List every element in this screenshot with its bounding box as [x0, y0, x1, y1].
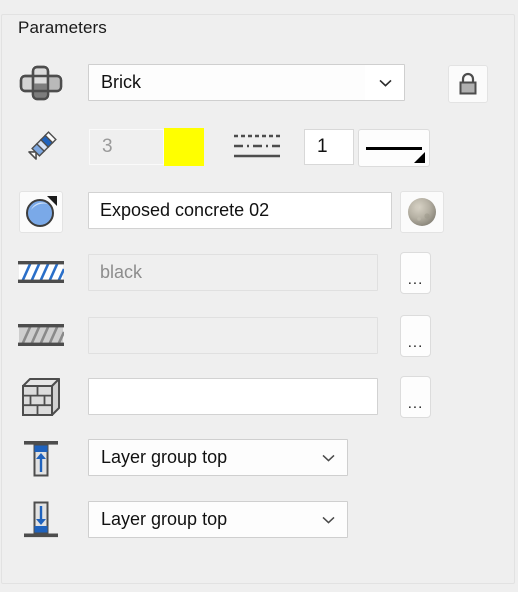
brick-pattern-browse-button[interactable]: ... [400, 376, 431, 418]
concrete-sphere-preview-icon [408, 198, 436, 226]
fill-cut-field[interactable]: black [88, 254, 378, 291]
wall-layers-icon [18, 60, 64, 106]
brick-pattern-browse-label: ... [407, 395, 424, 412]
row-layer-type: Brick [0, 60, 518, 106]
material-preview-button[interactable] [400, 191, 444, 233]
row-bottom-connection: Layer group top [0, 497, 518, 543]
hatch-grey-icon [18, 312, 64, 358]
line-number-field[interactable]: 1 [304, 129, 354, 165]
material-name-value: Exposed concrete 02 [100, 200, 270, 220]
row-pen-attributes: 3 1 [0, 124, 518, 170]
lock-button[interactable] [448, 65, 488, 103]
arrow-down-to-bar-icon-svg [24, 501, 58, 538]
layer-type-value: Brick [101, 72, 141, 92]
top-connection-combo-arrow[interactable] [308, 440, 347, 475]
row-fill-surface: ... [0, 312, 518, 358]
fill-cut-browse-button[interactable]: ... [400, 252, 431, 294]
arrow-up-to-bar-icon-svg [24, 441, 58, 477]
bottom-connection-combo[interactable]: Layer group top [88, 501, 348, 538]
pen-width-value: 3 [102, 136, 113, 157]
hatch-blue-icon [18, 249, 64, 295]
brick-pattern-field[interactable] [88, 378, 378, 415]
chevron-down-icon [321, 454, 335, 462]
bottom-connection-value: Layer group top [101, 509, 228, 529]
bottom-connection-combo-arrow[interactable] [308, 502, 347, 537]
arrow-down-to-bar-icon [18, 497, 64, 543]
brick-wall-icon [18, 374, 64, 420]
layer-type-combo-arrow[interactable] [365, 65, 404, 100]
row-top-connection: Layer group top [0, 435, 518, 481]
material-button[interactable] [19, 191, 63, 233]
chevron-down-icon [321, 516, 335, 524]
fill-cut-value: black [100, 262, 143, 282]
line-style-icon-svg [234, 134, 280, 158]
hatch-blue-icon-svg [18, 261, 64, 283]
pencil-icon [18, 124, 64, 170]
hatch-grey-icon-svg [18, 324, 64, 346]
line-style-icon[interactable] [233, 132, 281, 164]
layer-type-combo[interactable]: Brick [88, 64, 405, 101]
material-sphere-icon [26, 196, 57, 227]
chevron-down-icon [378, 79, 392, 87]
material-name-field[interactable]: Exposed concrete 02 [88, 192, 392, 229]
line-weight-dropdown[interactable] [358, 129, 430, 167]
page-title: Parameters [14, 17, 113, 39]
row-fill-cut: black ... [0, 249, 518, 295]
pen-color-swatch[interactable] [164, 128, 204, 166]
top-connection-combo[interactable]: Layer group top [88, 439, 348, 476]
fill-surface-browse-label: ... [407, 334, 424, 351]
lock-closed-icon [459, 72, 477, 95]
row-material: Exposed concrete 02 [0, 186, 518, 233]
top-connection-value: Layer group top [101, 447, 228, 467]
dropdown-triangle-icon [414, 152, 425, 163]
pencil-icon-svg [28, 131, 57, 160]
pen-width-field[interactable]: 3 [89, 129, 164, 165]
fill-surface-browse-button[interactable]: ... [400, 315, 431, 357]
row-brick-pattern: ... [0, 374, 518, 420]
fill-surface-field[interactable] [88, 317, 378, 354]
wall-layers-icon-svg [19, 65, 63, 101]
line-weight-preview [366, 147, 422, 150]
arrow-up-to-bar-icon [18, 435, 64, 481]
fill-cut-browse-label: ... [407, 271, 424, 288]
line-number-value: 1 [317, 136, 328, 157]
brick-wall-icon-svg [22, 378, 60, 416]
